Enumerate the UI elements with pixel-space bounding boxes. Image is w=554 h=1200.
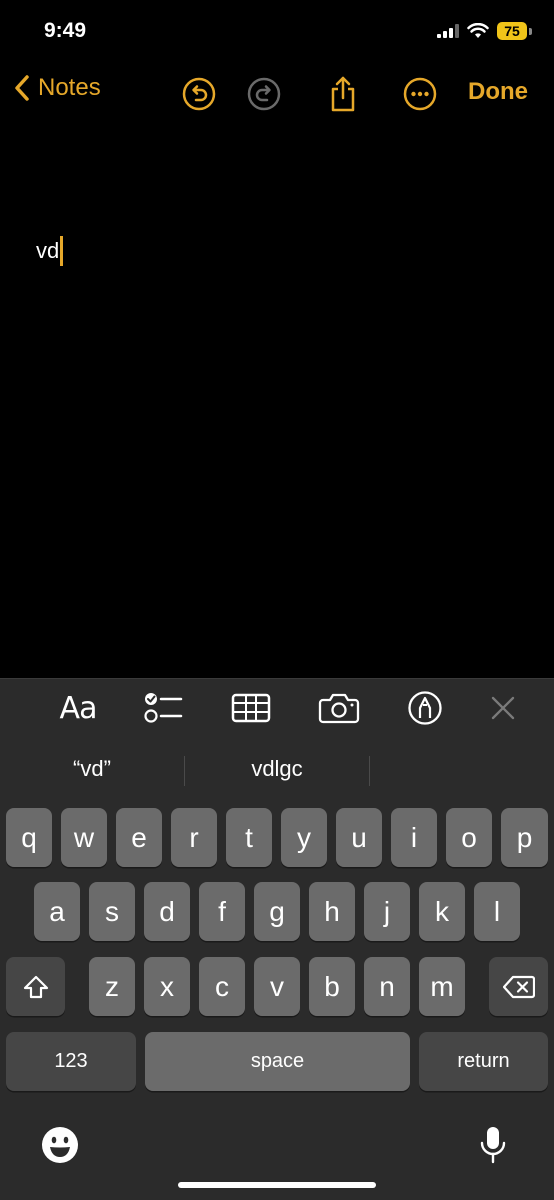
key-e[interactable]: e: [116, 808, 162, 867]
table-button[interactable]: [229, 689, 273, 727]
key-o[interactable]: o: [446, 808, 492, 867]
key-h[interactable]: h: [309, 882, 355, 941]
battery-tip: [529, 27, 532, 35]
battery-level: 75: [504, 23, 520, 39]
format-text-button[interactable]: Aa: [56, 689, 100, 727]
back-label: Notes: [38, 74, 101, 101]
shift-key[interactable]: [6, 957, 65, 1016]
key-j[interactable]: j: [364, 882, 410, 941]
format-toolbar: Aa: [0, 678, 554, 736]
shift-icon: [23, 975, 48, 998]
table-icon: [231, 693, 271, 723]
key-w[interactable]: w: [61, 808, 107, 867]
done-button[interactable]: Done: [468, 78, 528, 106]
key-c[interactable]: c: [199, 957, 245, 1016]
key-f[interactable]: f: [199, 882, 245, 941]
key-n[interactable]: n: [364, 957, 410, 1016]
wifi-icon: [467, 23, 489, 38]
microphone-icon: [480, 1127, 506, 1164]
ellipsis-circle-icon: [403, 77, 437, 111]
space-key[interactable]: space: [145, 1032, 410, 1091]
undo-button[interactable]: [181, 76, 217, 112]
key-r[interactable]: r: [171, 808, 217, 867]
key-v[interactable]: v: [254, 957, 300, 1016]
key-g[interactable]: g: [254, 882, 300, 941]
camera-button[interactable]: [317, 689, 361, 727]
key-m[interactable]: m: [419, 957, 465, 1016]
share-button[interactable]: [325, 76, 361, 112]
note-body[interactable]: vd: [36, 236, 63, 266]
share-icon: [331, 76, 355, 112]
key-s[interactable]: s: [89, 882, 135, 941]
emoji-button[interactable]: [38, 1123, 82, 1167]
numbers-key[interactable]: 123: [6, 1032, 136, 1091]
close-toolbar-button[interactable]: [481, 689, 525, 727]
redo-button[interactable]: [246, 76, 282, 112]
undo-icon: [182, 77, 216, 111]
text-cursor: [60, 236, 63, 266]
key-y[interactable]: y: [281, 808, 327, 867]
emoji-icon: [42, 1127, 78, 1163]
note-text: vd: [36, 238, 60, 263]
key-d[interactable]: d: [144, 882, 190, 941]
back-button[interactable]: Notes: [14, 74, 101, 102]
dictation-button[interactable]: [471, 1123, 515, 1167]
key-b[interactable]: b: [309, 957, 355, 1016]
key-z[interactable]: z: [89, 957, 135, 1016]
cellular-signal-icon: [437, 24, 459, 38]
camera-icon: [318, 693, 360, 724]
keyboard: “vd” vdlgc q w e r t y u i o p a s d f g…: [0, 736, 554, 1200]
key-a[interactable]: a: [34, 882, 80, 941]
markup-pen-icon: [408, 691, 442, 725]
key-q[interactable]: q: [6, 808, 52, 867]
close-icon: [491, 696, 515, 720]
suggestion-item[interactable]: “vd”: [0, 756, 184, 788]
key-i[interactable]: i: [391, 808, 437, 867]
key-k[interactable]: k: [419, 882, 465, 941]
checklist-icon: [144, 693, 183, 723]
delete-icon: [502, 975, 535, 998]
key-l[interactable]: l: [474, 882, 520, 941]
format-label: Aa: [59, 690, 98, 726]
checklist-button[interactable]: [141, 689, 185, 727]
key-t[interactable]: t: [226, 808, 272, 867]
suggestion-item[interactable]: vdlgc: [185, 756, 369, 788]
key-x[interactable]: x: [144, 957, 190, 1016]
status-time: 9:49: [44, 19, 87, 42]
battery-icon: 75: [497, 22, 527, 40]
suggestion-item[interactable]: [370, 756, 554, 788]
chevron-left-icon: [15, 75, 29, 101]
nav-bar: Notes Done: [0, 68, 554, 120]
status-bar: 9:49 75: [0, 0, 554, 62]
redo-icon: [247, 77, 281, 111]
status-indicators: 75: [437, 22, 532, 40]
key-u[interactable]: u: [336, 808, 382, 867]
return-key[interactable]: return: [419, 1032, 548, 1091]
suggestion-bar: “vd” vdlgc: [0, 736, 554, 806]
delete-key[interactable]: [489, 957, 548, 1016]
markup-button[interactable]: [403, 689, 447, 727]
key-p[interactable]: p: [501, 808, 548, 867]
home-indicator[interactable]: [178, 1182, 376, 1188]
more-button[interactable]: [402, 76, 438, 112]
